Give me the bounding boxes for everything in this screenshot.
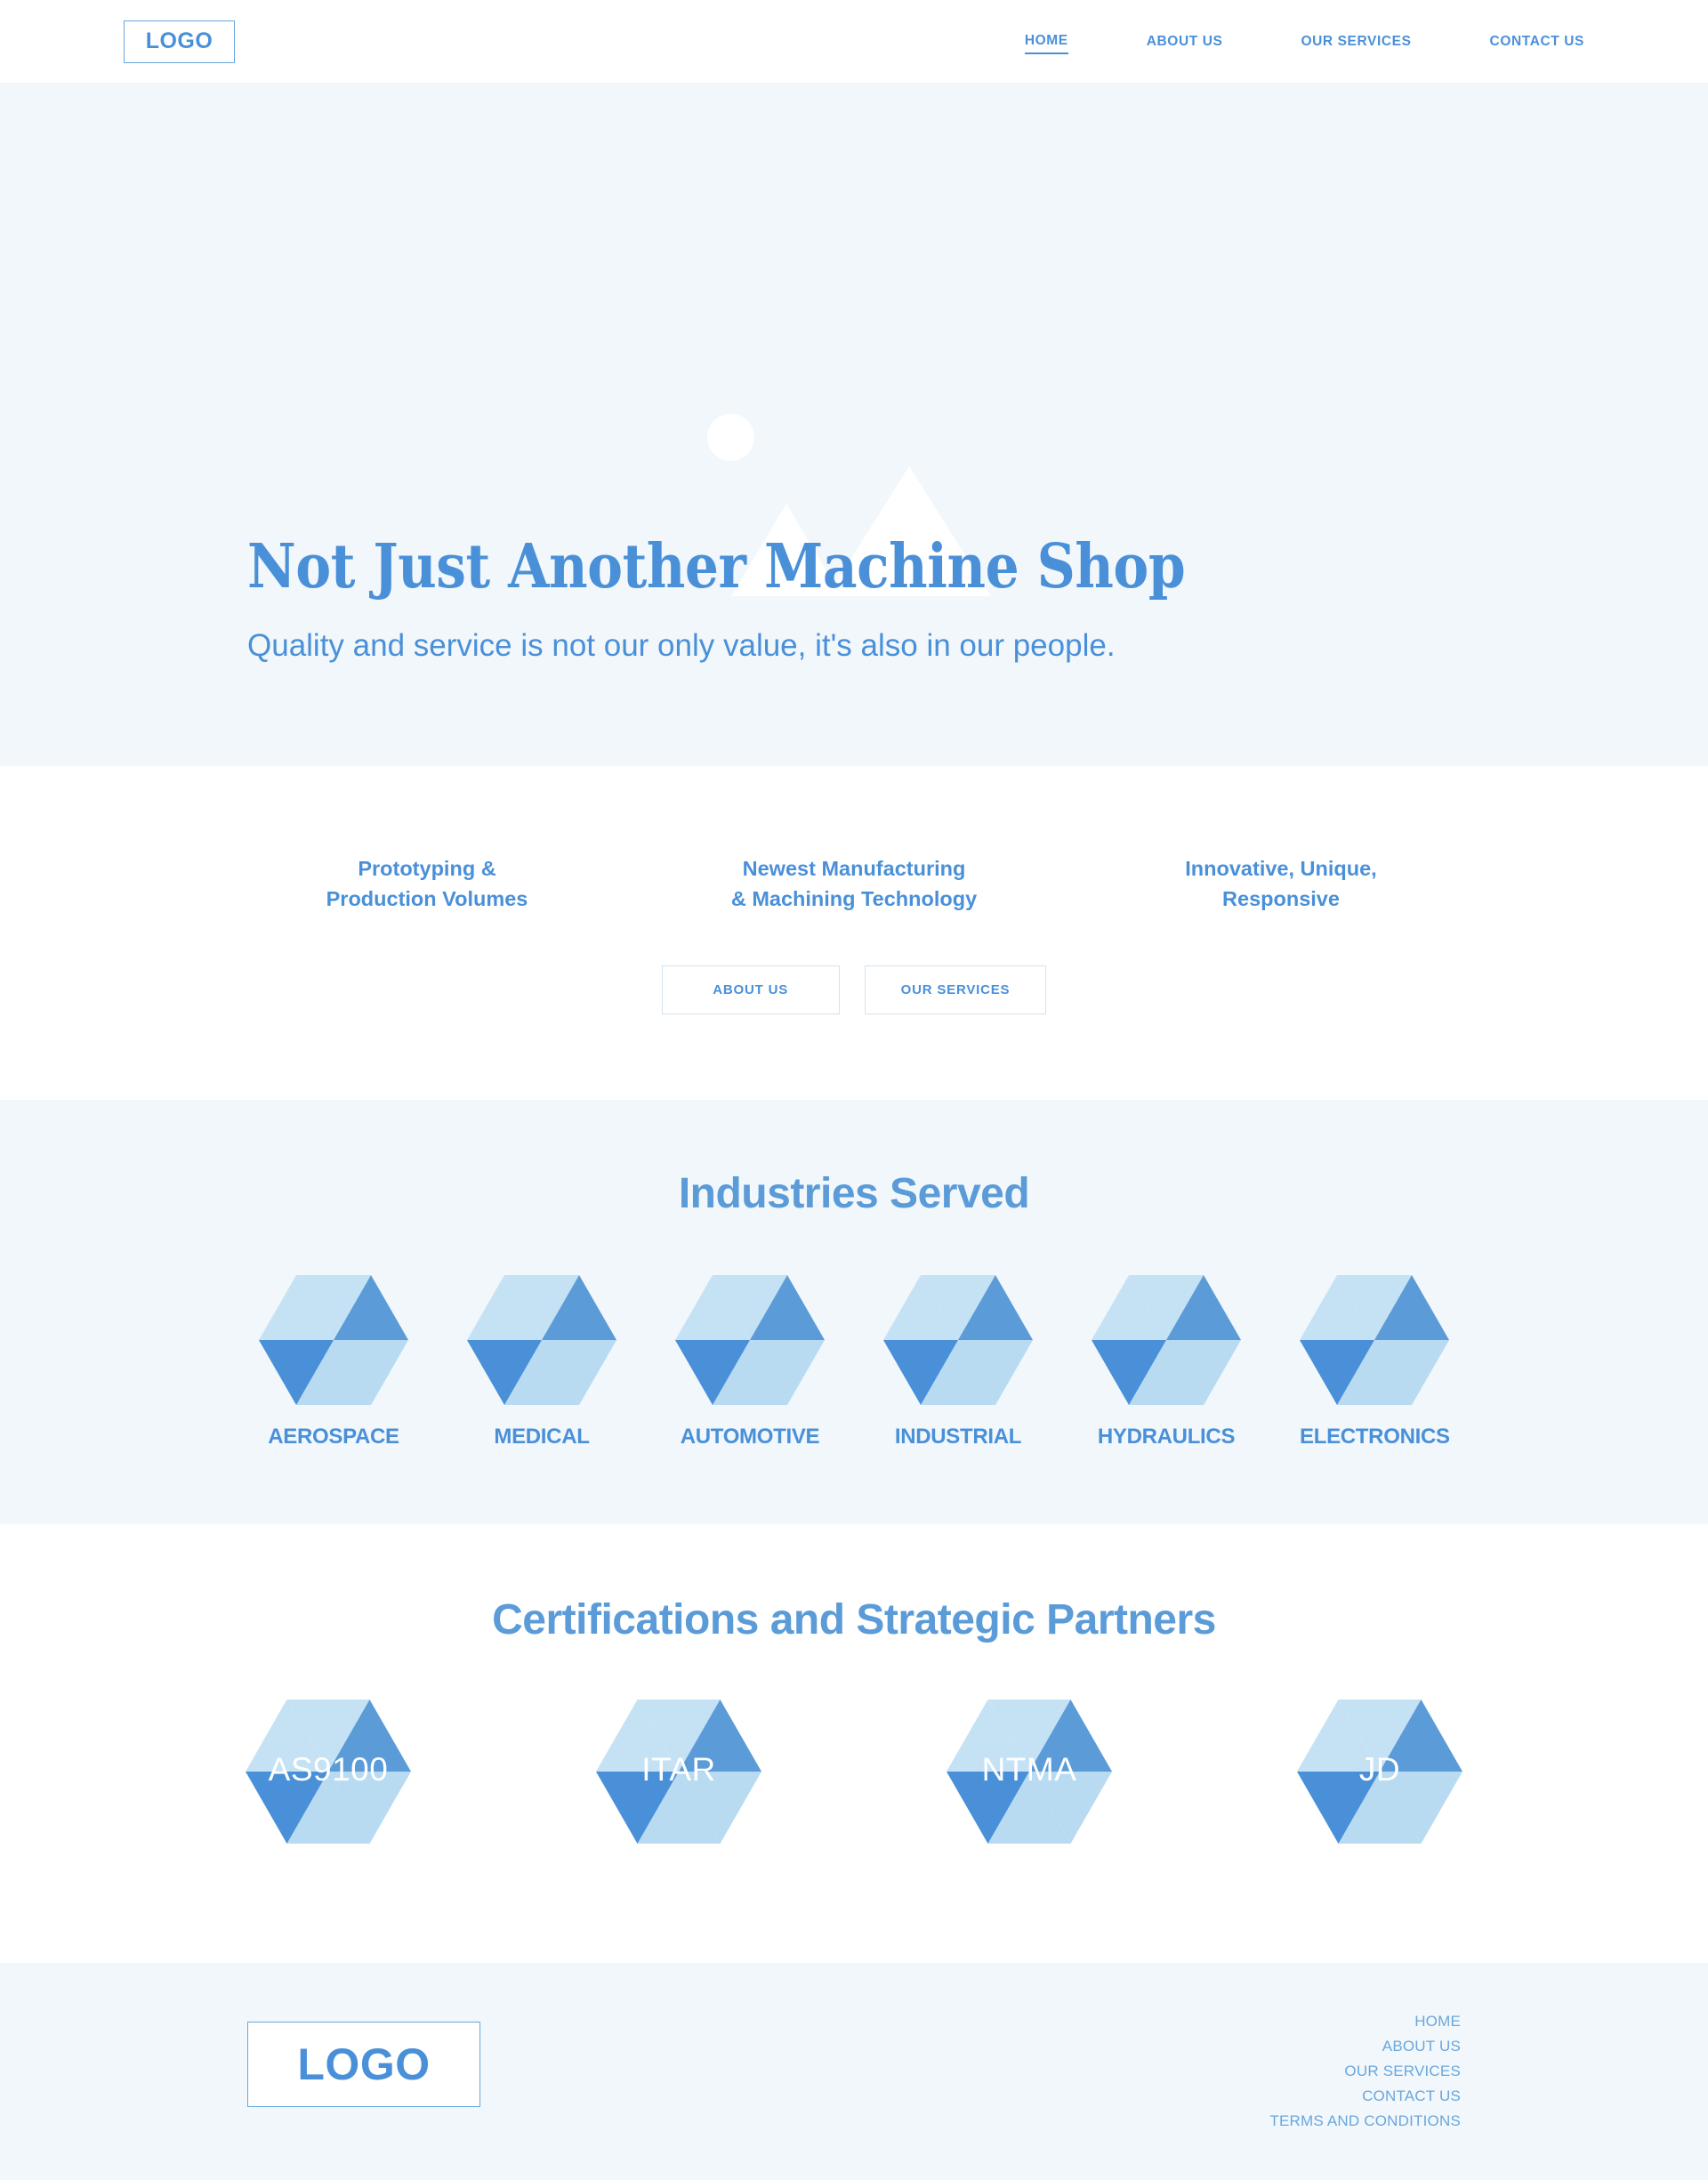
footer-link-contact-us[interactable]: CONTACT US: [1269, 2087, 1461, 2105]
footer-navigation: HOME ABOUT US OUR SERVICES CONTACT US TERMS …: [1269, 2013, 1461, 2130]
certification-item[interactable]: JD: [1297, 1700, 1462, 1877]
feature-line-1: Prototyping &: [358, 857, 496, 880]
feature-column: Innovative, Unique, Responsive: [1068, 853, 1494, 914]
feature-line-1: Newest Manufacturing: [742, 857, 966, 880]
industry-item[interactable]: INDUSTRIAL: [883, 1275, 1033, 1449]
feature-columns: Prototyping & Production Volumes Newest Ma…: [0, 853, 1708, 914]
industries-grid: AEROSPACE MEDICAL AUTOMOTIVE INDUSTRIAL HYDR…: [0, 1275, 1708, 1449]
site-footer: LOGO HOME ABOUT US OUR SERVICES CONTACT US T…: [0, 1963, 1708, 2180]
industry-label: AEROSPACE: [268, 1425, 399, 1449]
certification-item[interactable]: AS9100: [246, 1700, 411, 1877]
header-logo-text: LOGO: [145, 28, 214, 53]
hero-subtitle: Quality and service is not our only valu…: [247, 628, 1116, 664]
feature-column: Newest Manufacturing & Machining Technolo…: [640, 853, 1068, 914]
industries-title: Industries Served: [678, 1170, 1030, 1218]
industry-label: AUTOMOTIVE: [680, 1425, 820, 1449]
primary-navigation: HOME ABOUT US OUR SERVICES CONTACT US: [1024, 29, 1584, 54]
footer-link-our-services[interactable]: OUR SERVICES: [1269, 2063, 1461, 2080]
hexagon-icon: [1297, 1700, 1462, 1845]
our-services-button[interactable]: OUR SERVICES: [864, 965, 1047, 1015]
feature-column: Prototyping & Production Volumes: [214, 853, 640, 914]
feature-line-2: Responsive: [1222, 887, 1340, 911]
industry-label: MEDICAL: [494, 1425, 590, 1449]
nav-item-about-us[interactable]: ABOUT US: [1147, 30, 1223, 53]
feature-line-1: Innovative, Unique,: [1185, 857, 1377, 880]
hero-title: Not Just Another Machine Shop: [247, 531, 1186, 602]
industry-item[interactable]: AEROSPACE: [259, 1275, 408, 1449]
nav-item-contact-us[interactable]: CONTACT US: [1490, 30, 1584, 53]
hexagon-icon: [947, 1700, 1112, 1845]
hexagon-icon: [1300, 1275, 1449, 1406]
header-logo[interactable]: LOGO: [124, 20, 235, 63]
hexagon-icon: [1092, 1275, 1241, 1406]
footer-logo-text: LOGO: [297, 2039, 431, 2090]
industry-item[interactable]: ELECTRONICS: [1300, 1275, 1450, 1449]
industry-label: HYDRAULICS: [1097, 1425, 1236, 1449]
footer-logo[interactable]: LOGO: [247, 2022, 480, 2108]
industry-item[interactable]: HYDRAULICS: [1092, 1275, 1241, 1449]
site-header: LOGO HOME ABOUT US OUR SERVICES CONTACT US: [0, 0, 1708, 84]
certification-item[interactable]: NTMA: [947, 1700, 1112, 1877]
footer-link-about-us[interactable]: ABOUT US: [1269, 2038, 1461, 2055]
nav-item-home[interactable]: HOME: [1024, 29, 1068, 54]
footer-link-home[interactable]: HOME: [1269, 2013, 1461, 2031]
certifications-section: Certifications and Strategic Partners AS…: [0, 1524, 1708, 1964]
industries-section: Industries Served AEROSPACE MEDICAL AUTOMO…: [0, 1100, 1708, 1525]
hero-section: Not Just Another Machine Shop Quality an…: [0, 84, 1708, 766]
certification-item[interactable]: ITAR: [596, 1700, 761, 1877]
hexagon-icon: [259, 1275, 408, 1406]
about-us-button[interactable]: ABOUT US: [661, 965, 840, 1015]
cta-button-row: ABOUT US OUR SERVICES: [0, 965, 1708, 1015]
hexagon-icon: [596, 1700, 761, 1845]
industry-item[interactable]: AUTOMOTIVE: [675, 1275, 825, 1449]
hexagon-icon: [883, 1275, 1033, 1406]
feature-line-2: Production Volumes: [326, 887, 528, 911]
hexagon-icon: [246, 1700, 411, 1845]
industry-label: ELECTRONICS: [1300, 1425, 1450, 1449]
hexagon-icon: [675, 1275, 825, 1406]
certifications-grid: AS9100 ITAR NTMA JD: [0, 1700, 1708, 1877]
nav-item-our-services[interactable]: OUR SERVICES: [1301, 30, 1411, 53]
footer-link-terms-and-conditions[interactable]: TERMS AND CONDITIONS: [1269, 2112, 1461, 2130]
hexagon-icon: [467, 1275, 616, 1406]
feature-line-2: & Machining Technology: [730, 887, 978, 911]
features-section: Prototyping & Production Volumes Newest Ma…: [0, 766, 1708, 1101]
industry-item[interactable]: MEDICAL: [467, 1275, 616, 1449]
industry-label: INDUSTRIAL: [894, 1425, 1022, 1449]
certifications-title: Certifications and Strategic Partners: [492, 1596, 1216, 1644]
